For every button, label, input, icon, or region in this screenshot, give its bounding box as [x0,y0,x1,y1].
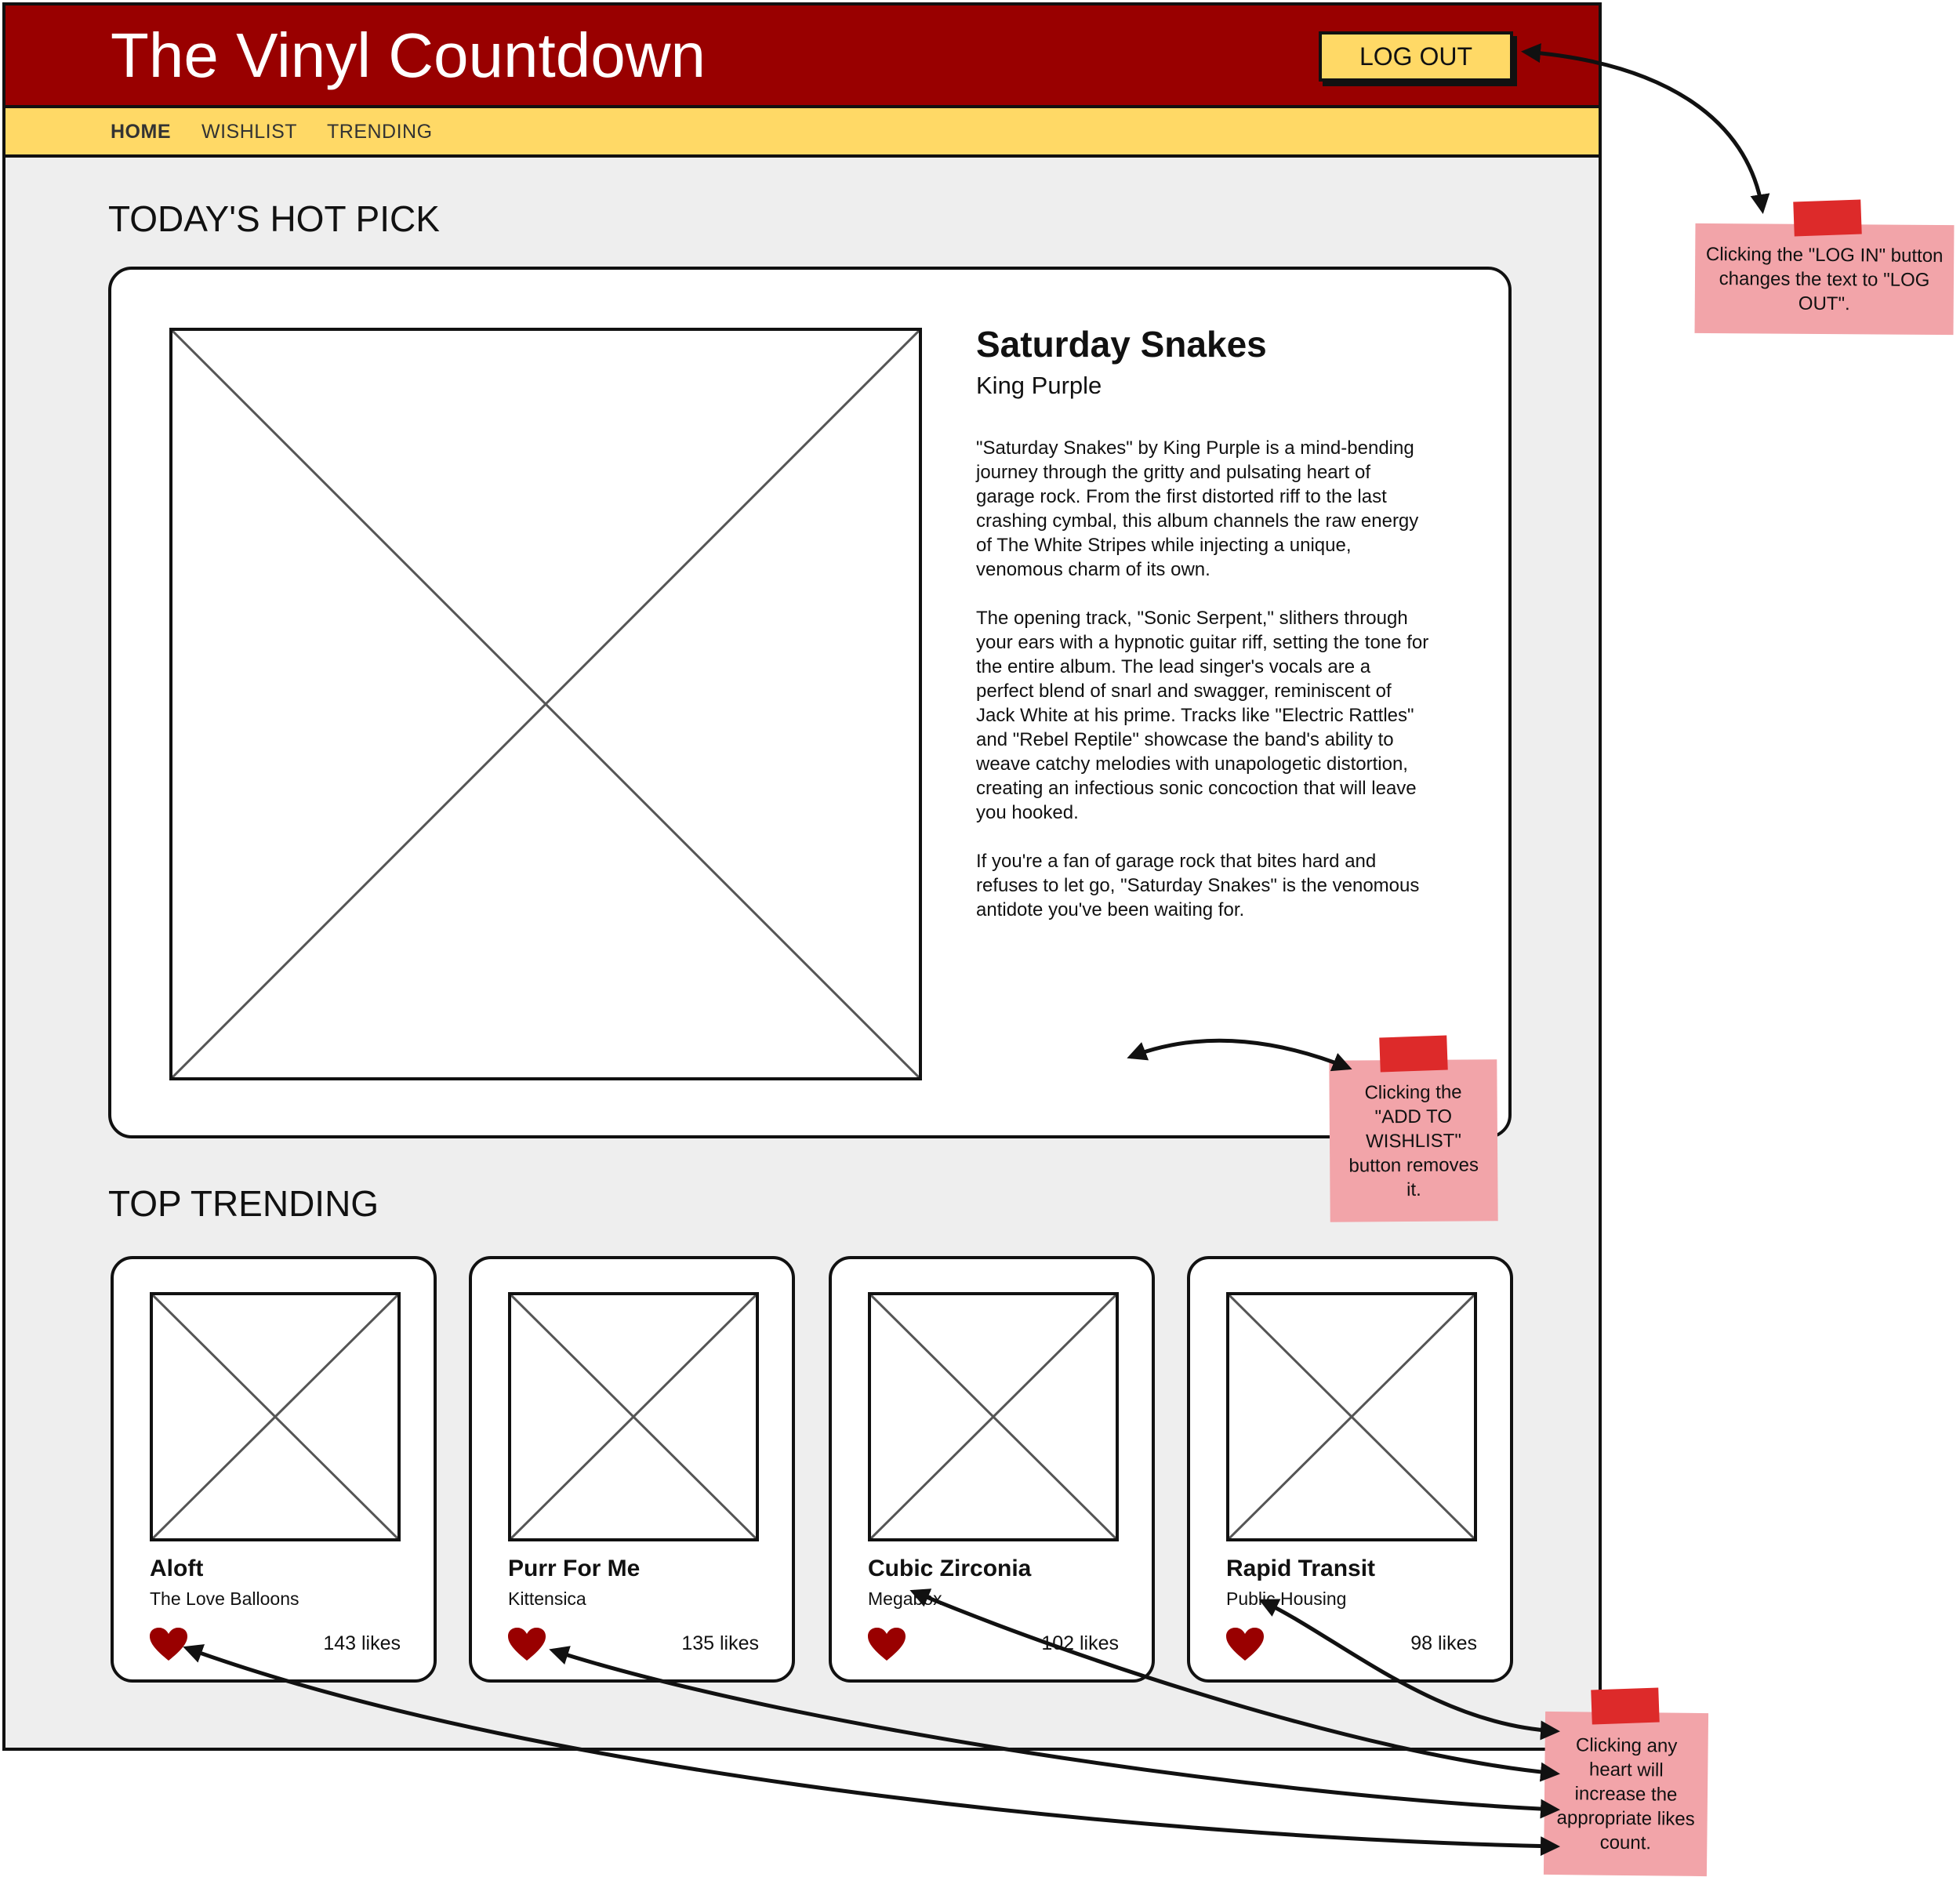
heart-icon[interactable] [1225,1626,1265,1662]
annotation-text: Clicking the "LOG IN" button changes the… [1705,243,1944,314]
trending-card: Cubic Zirconia Megabox 102 likes [829,1256,1155,1683]
nav-item-wishlist[interactable]: WISHLIST [201,121,297,143]
trending-card: Aloft The Love Balloons 143 likes [111,1256,437,1683]
likes-count: 102 likes [1041,1632,1119,1654]
site-title: The Vinyl Countdown [111,20,706,90]
album-cover-placeholder [169,328,922,1080]
likes-count: 98 likes [1410,1632,1477,1654]
trending-heading: TOP TRENDING [108,1183,379,1224]
description-paragraph: "Saturday Snakes" by King Purple is a mi… [976,437,1419,580]
trending-title: Purr For Me [508,1556,641,1581]
trending-artist: Kittensica [508,1588,586,1609]
annotation-text: Clicking any heart will increase the app… [1556,1734,1695,1853]
annotation-note-hearts: Clicking any heart will increase the app… [1543,1711,1709,1877]
site-header: The Vinyl Countdown LOG OUT [5,5,1599,108]
trending-cover-placeholder [150,1292,401,1541]
trending-artist: Megabox [868,1588,942,1609]
trending-title: Cubic Zirconia [868,1556,1032,1581]
logout-button[interactable]: LOG OUT [1319,31,1513,82]
likes-count: 143 likes [323,1632,401,1654]
annotation-text: Clicking the "ADD TO WISHLIST" button re… [1348,1081,1479,1200]
description-paragraph: If you're a fan of garage rock that bite… [976,851,1420,920]
heart-icon[interactable] [506,1626,547,1662]
trending-cover-placeholder [1226,1292,1477,1541]
trending-artist: The Love Balloons [150,1588,299,1609]
album-description: "Saturday Snakes" by King Purple is a mi… [976,436,1431,946]
tape-strip [1591,1687,1660,1725]
nav-item-trending[interactable]: TRENDING [327,121,433,143]
trending-cover-placeholder [868,1292,1119,1541]
heart-icon[interactable] [148,1626,189,1662]
nav-item-home[interactable]: HOME [111,121,171,143]
hot-pick-heading: TODAY'S HOT PICK [108,198,440,239]
tape-strip [1793,199,1862,237]
annotation-note-login: Clicking the "LOG IN" button changes the… [1694,223,1955,336]
heart-icon[interactable] [866,1626,907,1662]
trending-title: Aloft [150,1556,204,1581]
trending-cover-placeholder [508,1292,759,1541]
trending-card: Rapid Transit Public Housing 98 likes [1187,1256,1513,1683]
annotation-note-wishlist: Clicking the "ADD TO WISHLIST" button re… [1329,1059,1498,1222]
tape-strip [1379,1035,1448,1073]
album-title: Saturday Snakes [976,324,1267,365]
likes-count: 135 likes [681,1632,759,1654]
description-paragraph: The opening track, "Sonic Serpent," slit… [976,608,1429,823]
trending-card: Purr For Me Kittensica 135 likes [469,1256,795,1683]
album-artist: King Purple [976,372,1102,399]
nav-bar: HOME WISHLIST TRENDING [5,108,1599,158]
trending-title: Rapid Transit [1226,1556,1376,1581]
trending-artist: Public Housing [1226,1588,1347,1609]
